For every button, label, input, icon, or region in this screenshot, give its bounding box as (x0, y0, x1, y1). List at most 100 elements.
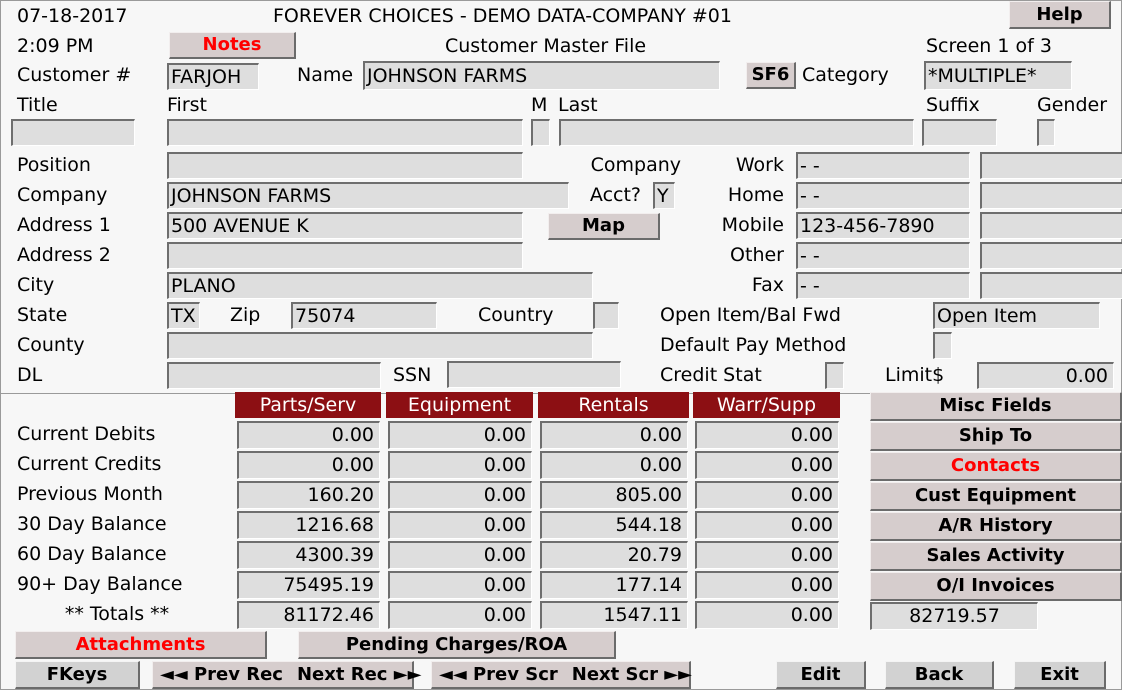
column-header-2: Rentals (538, 392, 689, 418)
column-header-0: Parts/Serv (235, 392, 381, 418)
side-button-0[interactable]: Misc Fields (870, 392, 1122, 421)
balance-cell-r2-c3: 0.00 (695, 481, 839, 509)
company-acct-field[interactable]: Y (653, 182, 675, 209)
drivers-license-field[interactable] (167, 362, 381, 389)
phone-field-1[interactable]: - - (796, 182, 970, 209)
balance-cell-r4-c0: 4300.39 (237, 541, 380, 569)
gender-field[interactable] (1037, 119, 1055, 146)
suffix-field[interactable] (922, 119, 997, 146)
position-field[interactable] (167, 152, 523, 179)
customer-master-file-window: 07-18-2017 2:09 PM FOREVER CHOICES - DEM… (0, 0, 1122, 690)
system-date: 07-18-2017 (17, 5, 128, 27)
side-button-5[interactable]: Sales Activity (870, 542, 1122, 571)
open-item-field[interactable]: Open Item (933, 302, 1100, 329)
state-field[interactable]: TX (167, 302, 200, 329)
phone-ext-field-1[interactable] (980, 182, 1122, 209)
drivers-license-label: DL (17, 364, 43, 386)
country-field[interactable] (593, 302, 619, 329)
phone-field-3[interactable]: - - (796, 242, 970, 269)
edit-button[interactable]: Edit (776, 661, 866, 689)
pay-method-field[interactable] (933, 332, 952, 359)
address1-field[interactable]: 500 AVENUE K (167, 212, 523, 239)
customer-number-label: Customer # (17, 64, 132, 86)
screen-nav-group: ◄◄ Prev Scr Next Scr ►► (431, 661, 692, 689)
sf6-button[interactable]: SF6 (746, 62, 796, 89)
company-acct-label-line2: Acct? (589, 184, 641, 206)
city-field[interactable]: PLANO (167, 272, 593, 299)
balance-cell-r4-c2: 20.79 (540, 541, 688, 569)
column-header-1: Equipment (386, 392, 533, 418)
balance-cell-r3-c2: 544.18 (540, 511, 688, 539)
credit-limit-field[interactable]: 0.00 (977, 362, 1114, 389)
county-label: County (17, 334, 85, 356)
category-field[interactable]: *MULTIPLE* (924, 61, 1072, 90)
balance-row-label-5: 90+ Day Balance (17, 573, 183, 595)
balance-cell-r4-c3: 0.00 (695, 541, 839, 569)
balance-row-label-1: Current Credits (17, 453, 162, 475)
zip-field[interactable]: 75074 (291, 302, 437, 329)
side-button-6[interactable]: O/I Invoices (870, 572, 1122, 601)
address2-field[interactable] (167, 242, 523, 269)
balance-cell-r1-c1: 0.00 (388, 451, 532, 479)
county-field[interactable] (167, 332, 593, 359)
phone-field-2[interactable]: 123-456-7890 (796, 212, 970, 239)
customer-name-field[interactable]: JOHNSON FARMS (363, 61, 720, 90)
balance-row-label-6: ** Totals ** (64, 603, 170, 625)
notes-button[interactable]: Notes (169, 32, 296, 59)
middle-initial-label: M (531, 94, 548, 116)
phone-field-4[interactable]: - - (796, 272, 970, 299)
ssn-field[interactable] (447, 361, 621, 388)
credit-status-field[interactable] (825, 362, 844, 389)
company-label: Company (17, 184, 108, 206)
next-screen-button[interactable]: Next Scr ►► (565, 662, 699, 687)
balance-cell-r3-c3: 0.00 (695, 511, 839, 539)
middle-initial-field[interactable] (531, 119, 550, 146)
prev-record-button[interactable]: ◄◄ Prev Rec (153, 662, 290, 687)
position-label: Position (17, 154, 91, 176)
system-time: 2:09 PM (17, 35, 94, 57)
balance-cell-r6-c0: 81172.46 (237, 601, 380, 629)
help-button[interactable]: Help (1009, 1, 1111, 29)
phone-ext-field-4[interactable] (980, 272, 1122, 299)
phone-label-0: Work (735, 154, 784, 176)
state-label: State (17, 304, 68, 326)
attachments-button[interactable]: Attachments (15, 631, 267, 659)
city-label: City (17, 274, 55, 296)
company-field[interactable]: JOHNSON FARMS (167, 182, 569, 209)
balance-cell-r1-c2: 0.00 (540, 451, 688, 479)
balance-cell-r0-c3: 0.00 (695, 421, 839, 449)
first-name-field[interactable] (167, 119, 523, 146)
first-name-label: First (167, 94, 207, 116)
balance-cell-r2-c0: 160.20 (237, 481, 380, 509)
last-name-field[interactable] (559, 119, 914, 146)
record-nav-group: ◄◄ Prev Rec Next Rec ►► (152, 661, 421, 689)
map-button[interactable]: Map (548, 213, 660, 240)
exit-button[interactable]: Exit (1014, 661, 1106, 689)
phone-ext-field-3[interactable] (980, 242, 1122, 269)
balance-cell-r6-c1: 0.00 (388, 601, 532, 629)
phone-ext-field-2[interactable] (980, 212, 1122, 239)
balance-cell-r5-c3: 0.00 (695, 571, 839, 599)
prev-screen-button[interactable]: ◄◄ Prev Scr (432, 662, 565, 687)
side-button-3[interactable]: Cust Equipment (870, 482, 1122, 511)
balance-cell-r0-c1: 0.00 (388, 421, 532, 449)
side-button-2[interactable]: Contacts (870, 452, 1122, 481)
customer-number-field[interactable]: FARJOH (167, 63, 259, 90)
phone-label-1: Home (727, 184, 784, 206)
phone-ext-field-0[interactable] (980, 152, 1122, 179)
fkeys-button[interactable]: FKeys (15, 661, 140, 689)
ssn-label: SSN (393, 364, 432, 386)
next-record-button[interactable]: Next Rec ►► (290, 662, 428, 687)
phone-field-0[interactable]: - - (796, 152, 970, 179)
side-button-1[interactable]: Ship To (870, 422, 1122, 451)
balance-row-label-0: Current Debits (17, 423, 156, 445)
phone-label-4: Fax (751, 274, 784, 296)
balance-cell-r1-c3: 0.00 (695, 451, 839, 479)
title-label: Title (17, 94, 58, 116)
side-button-4[interactable]: A/R History (870, 512, 1122, 541)
balance-cell-r5-c2: 177.14 (540, 571, 688, 599)
pending-charges-button[interactable]: Pending Charges/ROA (298, 631, 616, 659)
zip-label: Zip (230, 304, 261, 326)
title-field[interactable] (11, 119, 135, 146)
back-button[interactable]: Back (885, 661, 994, 689)
